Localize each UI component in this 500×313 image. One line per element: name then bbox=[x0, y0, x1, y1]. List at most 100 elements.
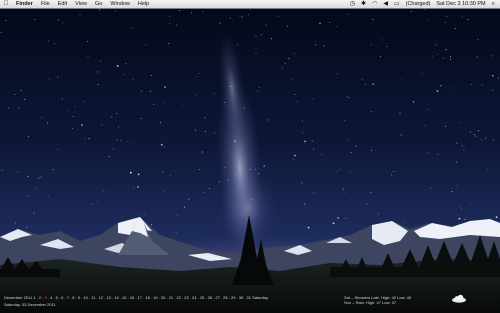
star bbox=[213, 93, 215, 94]
menu-window[interactable]: Window bbox=[106, 0, 134, 8]
star bbox=[151, 74, 152, 76]
star bbox=[170, 175, 172, 176]
star bbox=[370, 111, 372, 113]
star bbox=[477, 130, 479, 132]
bluetooth-icon[interactable]: ✱ bbox=[361, 0, 366, 8]
star bbox=[133, 186, 135, 188]
star bbox=[337, 73, 338, 75]
star bbox=[98, 9, 100, 11]
star bbox=[294, 154, 296, 157]
star bbox=[346, 95, 348, 97]
menu-clock[interactable]: Sat Dec 3 10:30 PM bbox=[436, 0, 485, 8]
star bbox=[258, 172, 260, 174]
star bbox=[188, 198, 190, 200]
battery-status[interactable]: (Charged) bbox=[406, 0, 431, 8]
star bbox=[181, 104, 183, 106]
star bbox=[429, 187, 431, 189]
star bbox=[196, 76, 198, 78]
star bbox=[319, 22, 321, 25]
star bbox=[451, 87, 453, 89]
time-machine-icon[interactable]: ◷ bbox=[350, 0, 355, 8]
star bbox=[116, 139, 118, 141]
star bbox=[36, 188, 38, 190]
menu-edit[interactable]: Edit bbox=[54, 0, 71, 8]
star bbox=[263, 165, 266, 168]
volume-icon[interactable]: ◀ bbox=[383, 0, 388, 8]
star bbox=[54, 42, 56, 44]
battery-icon[interactable]: ▭ bbox=[394, 0, 400, 8]
star bbox=[377, 213, 379, 215]
star bbox=[101, 124, 103, 126]
star bbox=[481, 84, 483, 86]
spotlight-icon[interactable]: ⌕ bbox=[492, 0, 495, 8]
calendar-month: December 2011 bbox=[4, 295, 33, 300]
star bbox=[451, 191, 453, 192]
star bbox=[436, 90, 439, 92]
star bbox=[57, 148, 59, 150]
star bbox=[116, 65, 119, 67]
star bbox=[312, 192, 314, 194]
star bbox=[332, 222, 335, 225]
star bbox=[380, 55, 381, 57]
calendar-day: 1 bbox=[33, 295, 36, 300]
calendar-weekday: Saturday bbox=[252, 295, 269, 300]
star bbox=[313, 148, 315, 150]
star bbox=[111, 116, 113, 118]
menu-go[interactable]: Go bbox=[91, 0, 106, 8]
menu-file[interactable]: File bbox=[37, 0, 54, 8]
star bbox=[345, 217, 347, 219]
star bbox=[125, 63, 127, 65]
star bbox=[296, 100, 298, 102]
star bbox=[421, 73, 423, 75]
star bbox=[38, 177, 40, 179]
star bbox=[72, 127, 73, 129]
star bbox=[18, 107, 20, 109]
star bbox=[349, 171, 351, 173]
star bbox=[87, 41, 89, 43]
star bbox=[140, 117, 142, 119]
star bbox=[350, 152, 352, 153]
wifi-icon[interactable]: ◠ bbox=[372, 0, 377, 8]
star bbox=[191, 12, 193, 14]
star bbox=[267, 119, 268, 121]
star bbox=[477, 38, 479, 40]
star bbox=[202, 11, 204, 13]
star bbox=[441, 85, 443, 87]
menu-finder[interactable]: Finder bbox=[12, 0, 37, 8]
star bbox=[293, 52, 295, 54]
star bbox=[301, 182, 303, 184]
star bbox=[230, 85, 232, 87]
calendar-widget: December 2011 1 . 2 . 3 . 4 . 5 . 6 . 7 … bbox=[4, 295, 269, 300]
star bbox=[458, 217, 461, 220]
star bbox=[68, 109, 70, 111]
star bbox=[162, 171, 164, 173]
star bbox=[1, 169, 3, 171]
star bbox=[286, 25, 288, 27]
star bbox=[237, 44, 239, 46]
star bbox=[399, 79, 401, 81]
star bbox=[33, 212, 35, 214]
star bbox=[365, 83, 367, 85]
star bbox=[61, 98, 63, 100]
apple-menu-icon[interactable]:  bbox=[0, 0, 12, 8]
star bbox=[164, 86, 167, 89]
star bbox=[137, 173, 140, 176]
star bbox=[495, 216, 498, 219]
star bbox=[52, 169, 54, 170]
star bbox=[229, 17, 231, 19]
star bbox=[311, 140, 313, 142]
menu-help[interactable]: Help bbox=[134, 0, 153, 8]
star bbox=[372, 19, 374, 20]
star bbox=[129, 171, 132, 174]
star bbox=[321, 153, 323, 155]
star bbox=[137, 186, 139, 188]
menu-view[interactable]: View bbox=[71, 0, 91, 8]
star bbox=[485, 137, 487, 139]
star bbox=[410, 11, 412, 13]
star bbox=[164, 102, 166, 104]
star bbox=[256, 90, 258, 92]
star bbox=[282, 67, 284, 69]
star bbox=[480, 139, 482, 141]
star bbox=[469, 203, 471, 205]
star bbox=[348, 97, 350, 98]
